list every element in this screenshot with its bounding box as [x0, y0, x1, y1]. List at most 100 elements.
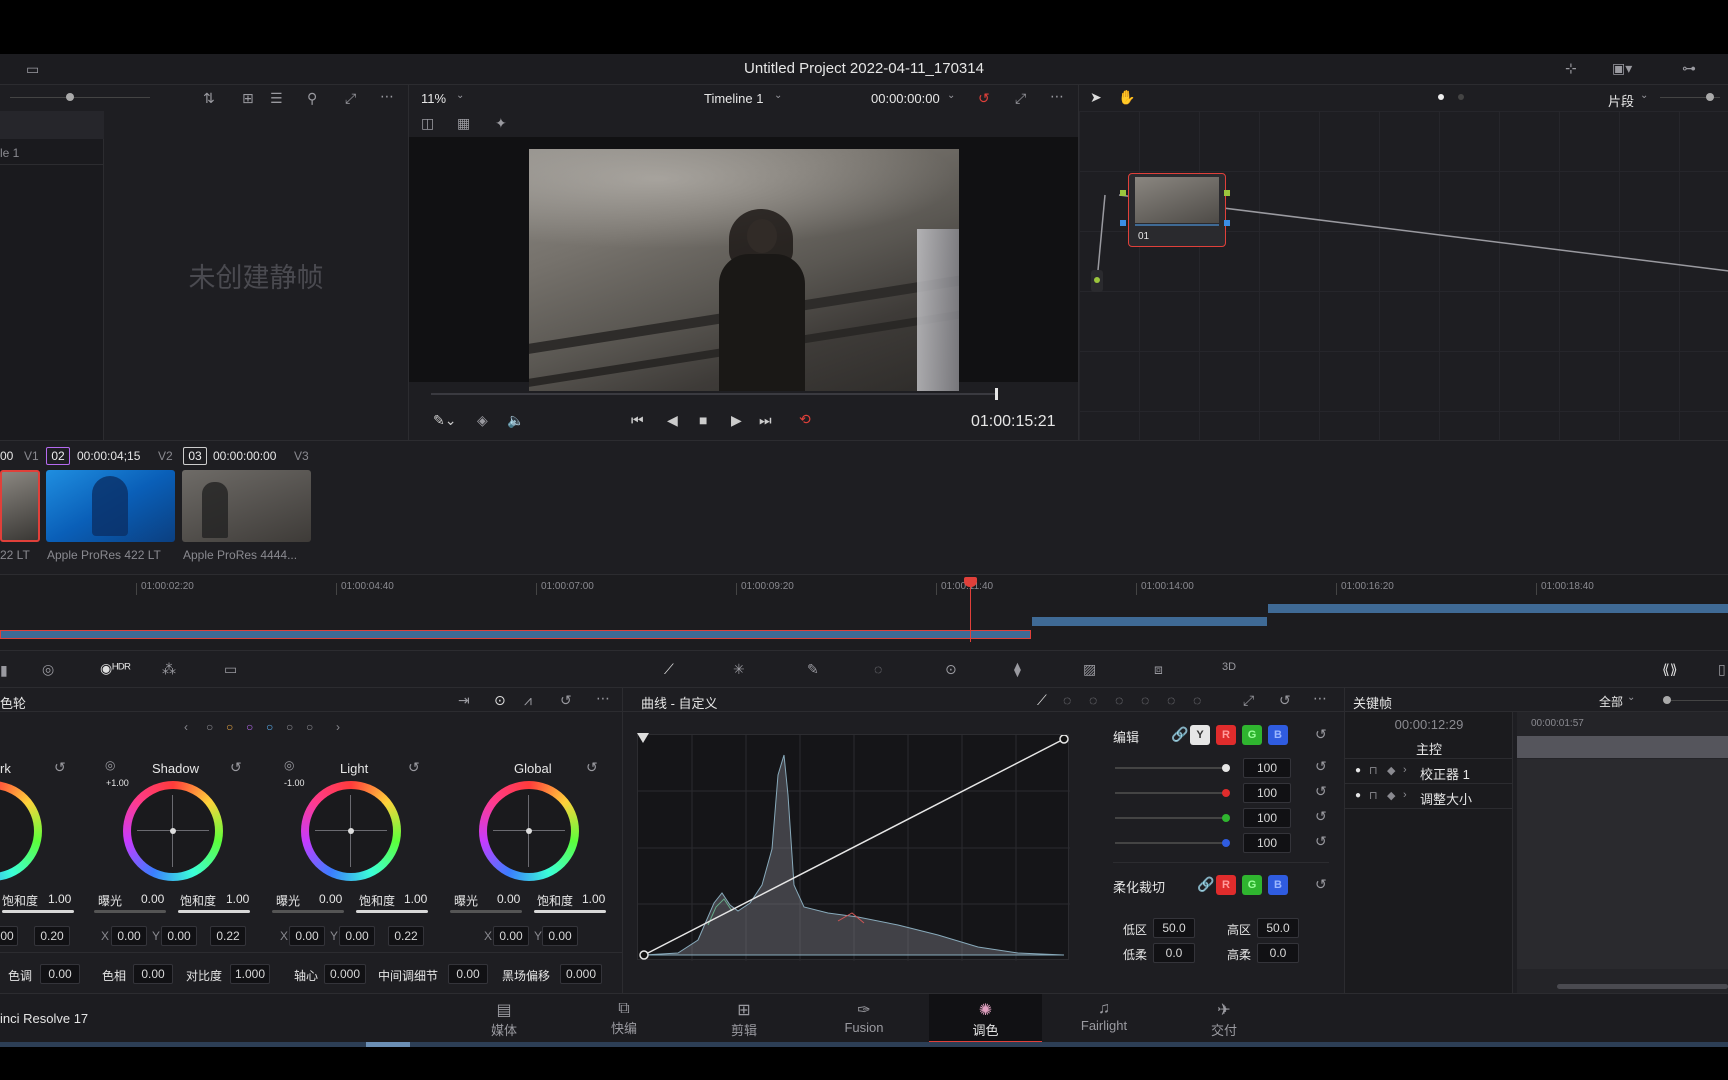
page-color[interactable]: ✺ 调色	[929, 994, 1042, 1043]
viewer-timecode[interactable]: 00:00:00:00	[871, 91, 940, 106]
timeline-clip-1[interactable]	[0, 630, 1031, 639]
page-dot[interactable]	[1458, 94, 1464, 100]
page-deliver[interactable]: ✈ 交付	[1169, 994, 1279, 1042]
color-warper-icon[interactable]: ✳	[733, 662, 745, 676]
expand-icon[interactable]: ⤢	[1243, 693, 1254, 707]
timeline-name[interactable]: Timeline 1	[704, 91, 763, 106]
offset-field[interactable]: 0.20	[34, 926, 70, 946]
page-cut[interactable]: ⧉ 快编	[569, 994, 679, 1042]
curves-icon[interactable]: ⟋	[664, 662, 674, 676]
intensity-b-field[interactable]: 100	[1243, 833, 1291, 853]
chevron-down-icon[interactable]: ⌄	[1640, 91, 1648, 101]
reset-icon[interactable]: ↺	[1315, 759, 1327, 773]
x-field[interactable]: 0.00	[111, 926, 147, 946]
chevron-down-icon[interactable]: ⌄	[774, 91, 782, 101]
timeline-ruler[interactable]: 01:00:02:20 01:00:04:40 01:00:07:00 01:0…	[0, 575, 1728, 595]
sat-slider[interactable]	[2, 910, 74, 913]
low-field[interactable]: 50.0	[1153, 918, 1195, 938]
hue-vs-lum-icon[interactable]: ◌	[1115, 693, 1123, 707]
rgb-mixer-icon[interactable]: ⁂	[162, 662, 176, 676]
stop-icon[interactable]: ■	[699, 413, 707, 427]
hue-vs-sat-icon[interactable]: ◌	[1089, 693, 1097, 707]
keyframe-scrollbar[interactable]	[1557, 984, 1728, 989]
node-layout-icon[interactable]: ⊶	[1682, 61, 1696, 75]
clip2-thumbnail[interactable]	[46, 470, 175, 542]
blur-icon[interactable]: ▨	[1083, 662, 1096, 676]
node-rgb-output[interactable]	[1224, 190, 1230, 196]
intensity-g-slider[interactable]	[1115, 817, 1225, 819]
timeline-clip-3[interactable]	[1268, 604, 1728, 613]
motion-effects-icon[interactable]: ▭	[224, 662, 237, 676]
master-keyframe-track[interactable]	[1517, 736, 1728, 758]
camera-raw-icon[interactable]: ▮	[0, 663, 8, 677]
wipe-icon[interactable]: ▦	[457, 116, 470, 130]
offset-field[interactable]: 0.22	[210, 926, 246, 946]
log-mode-icon[interactable]: ⩘	[524, 693, 532, 707]
gallery-zoom-slider[interactable]	[66, 93, 74, 101]
page-dot-active[interactable]	[1438, 94, 1444, 100]
keyframe-diamond-icon[interactable]: ◆	[1387, 789, 1395, 802]
prev-page-icon[interactable]: ‹	[184, 720, 188, 734]
dark-wheel[interactable]	[0, 781, 42, 881]
viewer-mode-icon[interactable]: ▣▾	[1612, 61, 1632, 75]
step-back-icon[interactable]: ◀	[667, 413, 678, 427]
split-view-icon[interactable]: ◫	[421, 116, 434, 130]
sat-slider[interactable]	[178, 910, 250, 913]
hdr-wheels-icon[interactable]: ◉ᴴᴰᴿ	[100, 661, 131, 675]
softclip-r-button[interactable]: R	[1216, 875, 1236, 895]
keyframe-timeline[interactable]: 00:00:01:57	[1517, 712, 1728, 993]
skip-forward-icon[interactable]: ⏭	[759, 413, 772, 427]
window-icon[interactable]: ◌	[874, 662, 882, 676]
fullscreen-icon[interactable]: ⤢	[1015, 91, 1026, 105]
keyframe-filter-dropdown[interactable]: 全部	[1599, 693, 1623, 710]
y-field[interactable]: 0.00	[339, 926, 375, 946]
chevron-down-icon[interactable]: ⌄	[456, 91, 464, 101]
tracker-icon[interactable]: ⊙	[945, 662, 957, 676]
light-wheel[interactable]	[301, 781, 401, 881]
split-panel-icon[interactable]: ⇥	[458, 693, 470, 707]
list-view-icon[interactable]: ☰	[270, 91, 283, 105]
x-field[interactable]: 0.00	[289, 926, 325, 946]
reset-icon[interactable]: ↺	[1315, 727, 1327, 741]
softclip-g-button[interactable]: G	[1242, 875, 1262, 895]
sat-vs-lum-icon[interactable]: ◌	[1193, 693, 1201, 707]
reset-icon[interactable]: ↺	[1315, 784, 1327, 798]
channel-r-button[interactable]: R	[1216, 725, 1236, 745]
color-node[interactable]: 01	[1120, 173, 1230, 247]
tint-field[interactable]: 0.00	[40, 964, 80, 984]
low-soft-field[interactable]: 0.0	[1153, 943, 1195, 963]
scopes-icon[interactable]: ▯	[1718, 662, 1726, 676]
layers-icon[interactable]: ◈	[477, 413, 488, 427]
page-media[interactable]: ▤ 媒体	[449, 994, 559, 1042]
enable-dot-icon[interactable]: ●	[1355, 790, 1361, 801]
reset-icon[interactable]: ↺	[1315, 834, 1327, 848]
sort-icon[interactable]: ⇅	[203, 91, 215, 105]
more-icon[interactable]: ⋯	[596, 691, 610, 705]
sat-vs-sat-icon[interactable]: ◌	[1167, 693, 1175, 707]
wheels-mode-icon[interactable]: ⊙	[494, 693, 506, 707]
keyframe-toggle-icon[interactable]: ⟪⟫	[1662, 662, 1678, 676]
reset-icon[interactable]: ↺	[586, 760, 598, 774]
x-field[interactable]: 00	[0, 926, 18, 946]
sat-value[interactable]: 1.00	[404, 892, 427, 906]
volume-icon[interactable]: 🔈	[507, 413, 524, 427]
timeline-clip-2[interactable]	[1032, 617, 1267, 626]
color-match-icon[interactable]: ◎	[42, 662, 54, 676]
lum-vs-sat-icon[interactable]: ◌	[1141, 693, 1149, 707]
sat-slider[interactable]	[356, 910, 428, 913]
page-fairlight[interactable]: ♫ Fairlight	[1049, 994, 1159, 1042]
expand-chevron-icon[interactable]: ›	[1403, 764, 1407, 776]
3d-icon[interactable]: 3D	[1222, 662, 1236, 673]
node-rgb-input[interactable]	[1120, 190, 1126, 196]
lock-icon[interactable]: ⊓	[1369, 764, 1378, 777]
node-input[interactable]	[1091, 270, 1103, 292]
exposure-slider[interactable]	[272, 910, 344, 913]
skip-back-icon[interactable]: ⏮	[631, 413, 644, 427]
more-icon[interactable]: ⋯	[1313, 691, 1327, 705]
wheel-page-selector[interactable]: ‹ ○ ○ ○ ○ ○ ○ ›	[184, 720, 344, 736]
reset-icon[interactable]: ↺	[54, 760, 66, 774]
intensity-g-field[interactable]: 100	[1243, 808, 1291, 828]
reset-icon[interactable]: ↺	[1315, 809, 1327, 823]
channel-y-button[interactable]: Y	[1190, 725, 1210, 745]
channel-g-button[interactable]: G	[1242, 725, 1262, 745]
